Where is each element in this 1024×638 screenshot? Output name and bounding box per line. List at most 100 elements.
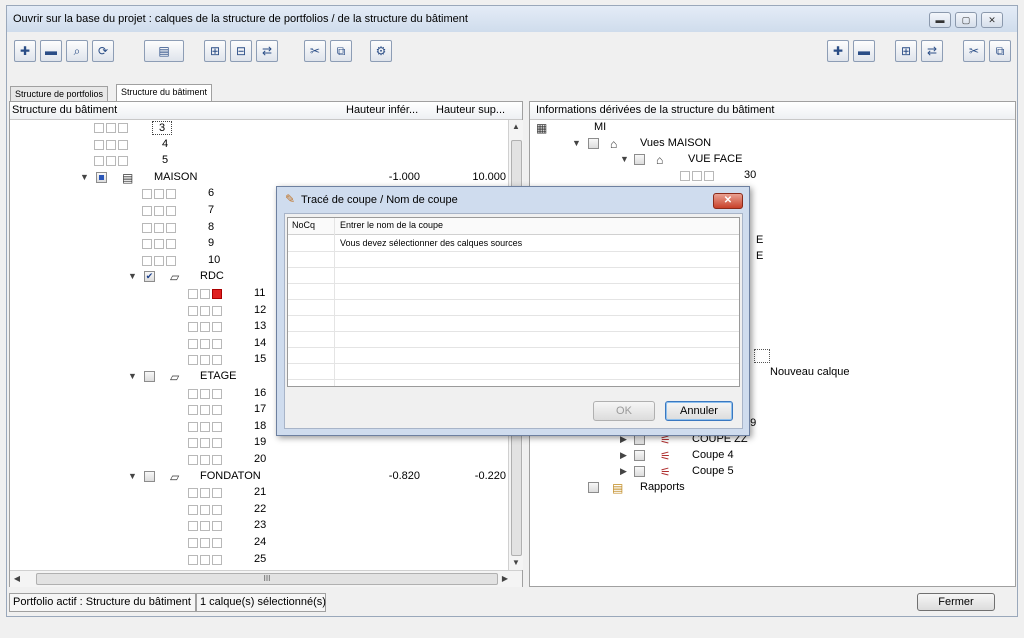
layer-number[interactable]: 3 [152,121,173,135]
state-cells[interactable] [188,438,228,449]
state-cells[interactable] [94,123,134,133]
remove-icon[interactable]: ▬ [40,40,62,62]
state-cells[interactable] [188,405,228,416]
checkbox[interactable] [634,450,645,461]
group-label[interactable]: ETAGE [200,370,236,382]
layer-settings-icon[interactable]: ▤ [144,40,184,62]
tree-layer-row[interactable]: 25 [10,552,508,568]
state-cells[interactable] [188,355,228,366]
coupe4-label[interactable]: Coupe 4 [692,449,734,461]
state-cells[interactable] [188,289,228,299]
state-cells[interactable] [94,139,134,150]
section-grid[interactable]: NoCq Entrer le nom de la coupe Vous deve… [287,217,740,387]
col-nom-coupe[interactable]: Entrer le nom de la coupe [340,220,443,230]
tab-structure-batiment[interactable]: Structure du bâtiment [116,84,213,102]
checkbox[interactable] [96,171,107,183]
minimize-button[interactable]: ▬ [929,12,951,28]
expand-arrow-icon[interactable]: ▼ [128,271,137,281]
col-nocq[interactable]: NoCq [292,220,315,230]
layer-delete-icon[interactable]: ✂ [304,40,326,62]
tree-layer-row[interactable]: 20 [10,452,508,468]
tree-expand-icon[interactable]: ⊞ [204,40,226,62]
state-cells[interactable] [188,488,228,499]
tree-hscrollbar[interactable]: ◀ III ▶ [10,570,522,587]
layer-number[interactable]: 25 [254,553,266,565]
collapse-arrow-icon[interactable]: ▶ [620,466,627,477]
state-cells[interactable] [142,189,182,200]
checkbox[interactable] [144,371,155,382]
state-cells[interactable] [188,338,228,349]
tree-layer-row[interactable]: 4 [10,137,508,153]
group-label[interactable]: FONDATON [200,470,261,482]
layer-number[interactable]: 10 [208,254,220,266]
state-cells[interactable] [142,239,182,250]
checkbox[interactable] [634,154,645,165]
layer-number[interactable]: 7 [208,204,214,216]
state-cells[interactable] [188,521,228,532]
tree-layer-row[interactable]: 5 [10,153,508,169]
checkbox[interactable] [588,138,599,149]
scroll-up-icon[interactable]: ▲ [509,122,523,131]
layer-number[interactable]: 20 [254,453,266,465]
close-window-button[interactable]: ✕ [981,12,1003,28]
tree-layer-row[interactable]: 22 [10,502,508,518]
right-add-icon[interactable]: ✚ [827,40,849,62]
hscroll-thumb[interactable]: III [36,573,498,585]
state-cells[interactable] [188,455,228,465]
dialog-close-button[interactable]: ✕ [713,193,743,209]
checkbox[interactable] [634,466,645,477]
tree-group-row[interactable]: ▼ ▤ MAISON -1.000 10.000 [10,170,508,186]
tree-group-row[interactable]: ▼ ▱ FONDATON -0.820 -0.220 [10,469,508,485]
collapse-arrow-icon[interactable]: ▶ [620,450,627,461]
layer-number[interactable]: 15 [254,353,266,365]
layer-number[interactable]: 4 [162,138,168,150]
layer-number[interactable]: 22 [254,503,266,515]
header-structure[interactable]: Structure du bâtiment [12,104,117,116]
add-icon[interactable]: ✚ [14,40,36,62]
state-cells[interactable] [680,171,720,181]
checkbox[interactable] [588,482,599,493]
layer-number[interactable]: 8 [208,221,214,233]
layer-number[interactable]: 11 [254,287,265,299]
refresh-icon[interactable]: ⟳ [92,40,114,62]
state-cells[interactable] [188,305,228,316]
right-layer-delete-icon[interactable]: ✂ [963,40,985,62]
annuler-button[interactable]: Annuler [665,401,733,421]
tree-layer-row[interactable]: 24 [10,535,508,551]
state-cells[interactable] [142,222,182,233]
state-cells[interactable] [188,388,228,399]
state-cells[interactable] [188,504,228,515]
state-cells[interactable] [142,206,182,216]
layer-number[interactable]: 18 [254,420,266,432]
state-cells[interactable] [94,156,134,167]
tree-move-icon[interactable]: ⇄ [256,40,278,62]
layer-number[interactable]: 19 [254,436,266,448]
scroll-right-icon[interactable]: ▶ [500,574,510,583]
nouveau-calque-label[interactable]: Nouveau calque [770,366,850,378]
layer-number[interactable]: 17 [254,403,266,415]
vueface-label[interactable]: VUE FACE [688,153,742,165]
search-icon[interactable]: ⌕ [66,40,88,62]
expand-arrow-icon[interactable]: ▼ [620,154,629,164]
layer-number[interactable]: 12 [254,304,266,316]
tree-layer-row[interactable]: 23 [10,518,508,534]
checkbox[interactable]: ✔ [144,271,155,283]
group-label[interactable]: MAISON [154,171,197,183]
scroll-left-icon[interactable]: ◀ [12,574,22,583]
layer-number[interactable]: 9 [208,237,214,249]
ok-button[interactable]: OK [593,401,655,421]
tree-collapse-icon[interactable]: ⊟ [230,40,252,62]
right-layer-copy-icon[interactable]: ⧉ [989,40,1011,62]
header-derived[interactable]: Informations dérivées de la structure du… [536,104,774,116]
tree-layer-row[interactable]: 19 [10,435,508,451]
layer-number[interactable]: 5 [162,154,168,166]
expand-arrow-icon[interactable]: ▼ [128,471,137,481]
gear-icon[interactable]: ⚙ [370,40,392,62]
expand-arrow-icon[interactable]: ▼ [128,371,137,381]
layer-number[interactable]: 13 [254,320,266,332]
fermer-button[interactable]: Fermer [917,593,995,611]
expand-arrow-icon[interactable]: ▼ [572,138,581,148]
layer-number[interactable]: 23 [254,519,266,531]
coupe5-label[interactable]: Coupe 5 [692,465,734,477]
scroll-down-icon[interactable]: ▼ [509,558,523,567]
